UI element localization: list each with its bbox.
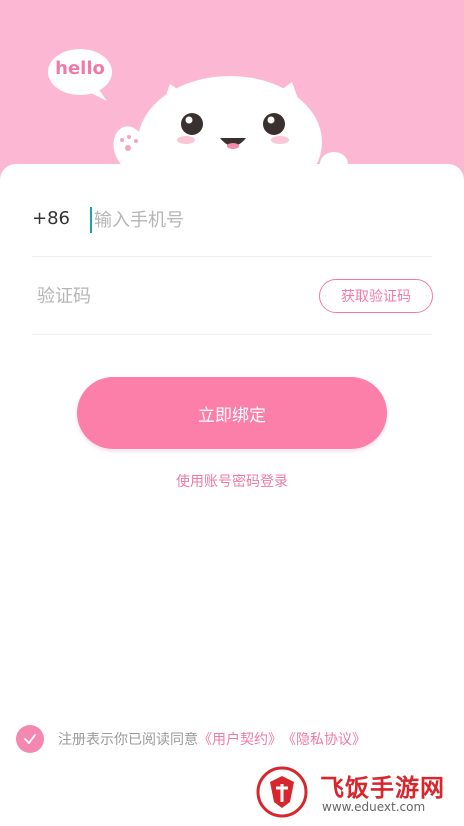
phone-row: +86 bbox=[32, 186, 432, 257]
privacy-policy-link[interactable]: 《隐私协议》 bbox=[282, 729, 366, 749]
checkbox-checked-icon[interactable] bbox=[16, 725, 44, 753]
bubble-text: hello bbox=[55, 58, 105, 79]
password-login-link[interactable]: 使用账号密码登录 bbox=[0, 471, 464, 491]
get-code-button[interactable]: 获取验证码 bbox=[319, 279, 433, 313]
site-watermark: 飞饭手游网 www.eduext.com bbox=[256, 766, 456, 822]
watermark-title: 飞饭手游网 bbox=[320, 774, 445, 802]
code-row: 获取验证码 bbox=[32, 258, 433, 335]
phone-input[interactable] bbox=[94, 204, 414, 236]
country-code[interactable]: +86 bbox=[32, 208, 70, 229]
watermark-logo-icon bbox=[256, 766, 308, 818]
agreement-text: 注册表示你已阅读同意 bbox=[58, 732, 198, 748]
code-input[interactable] bbox=[37, 280, 287, 312]
text-cursor bbox=[90, 207, 92, 233]
user-agreement-link[interactable]: 《用户契约》 bbox=[198, 729, 282, 749]
watermark-domain: www.eduext.com bbox=[322, 800, 426, 814]
bind-button[interactable]: 立即绑定 bbox=[77, 377, 387, 449]
agreement-row: 注册表示你已阅读同意 《用户契约》 《隐私协议》 bbox=[16, 725, 366, 753]
binding-screen: hello +86 获取验证码 立 bbox=[0, 0, 464, 826]
